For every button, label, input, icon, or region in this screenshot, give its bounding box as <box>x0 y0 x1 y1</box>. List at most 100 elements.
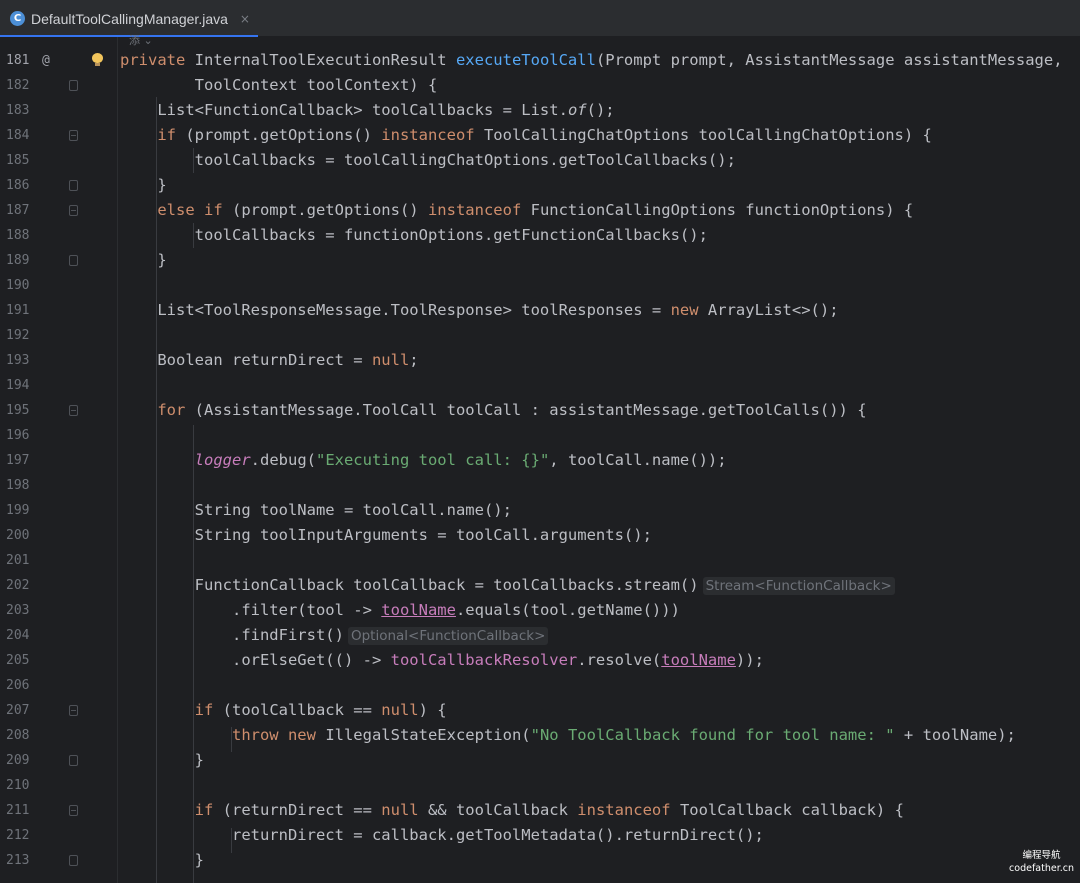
line-number: 185 <box>6 153 30 168</box>
code-text: FunctionCallback toolCallback = toolCall… <box>120 573 895 599</box>
code-line: 181 @ private InternalToolExecutionResul… <box>0 48 1080 73</box>
line-number: 201 <box>6 553 30 568</box>
code-line: 203 .filter(tool -> toolName.equals(tool… <box>0 598 1080 623</box>
tab-label: DefaultToolCallingManager.java <box>31 10 228 27</box>
code-line: 186 } <box>0 173 1080 198</box>
line-number: 190 <box>6 278 30 293</box>
code-text: returnDirect = callback.getToolMetadata(… <box>120 826 764 844</box>
code-line: 199 String toolName = toolCall.name(); <box>0 498 1080 523</box>
type-inlay-hint: Optional<FunctionCallback> <box>347 627 549 645</box>
line-number: 213 <box>6 853 30 868</box>
line-number: 199 <box>6 503 30 518</box>
fold-marker-icon[interactable] <box>69 855 78 866</box>
line-number: 196 <box>6 428 30 443</box>
line-number: 188 <box>6 228 30 243</box>
lightbulb-icon[interactable] <box>92 53 103 67</box>
code-line: 192 <box>0 323 1080 348</box>
code-line: 209 } <box>0 748 1080 773</box>
line-number: 202 <box>6 578 30 593</box>
code-text: logger.debug("Executing tool call: {}", … <box>194 451 727 469</box>
fold-marker-icon[interactable] <box>69 255 78 266</box>
watermark-line-2: codefather.cn <box>1009 863 1074 874</box>
line-number: 195 <box>6 403 30 418</box>
code-text: if (toolCallback == null) { <box>120 701 447 719</box>
line-number: 200 <box>6 528 30 543</box>
code-text: String toolInputArguments = toolCall.arg… <box>120 526 652 544</box>
line-number: 203 <box>6 603 30 618</box>
code-line: 183 List<FunctionCallback> toolCallbacks… <box>0 98 1080 123</box>
code-line: 201 <box>0 548 1080 573</box>
line-number: 207 <box>6 703 30 718</box>
code-text: List<FunctionCallback> toolCallbacks = L… <box>120 101 615 119</box>
code-text: } <box>120 751 204 769</box>
code-line: 196 <box>0 423 1080 448</box>
code-line: 197 logger.debug("Executing tool call: {… <box>0 448 1080 473</box>
code-line: 205 .orElseGet(() -> toolCallbackResolve… <box>0 648 1080 673</box>
code-text: toolCallbacks = functionOptions.getFunct… <box>120 226 708 244</box>
code-text: toolCallbacks = toolCallingChatOptions.g… <box>120 151 736 169</box>
line-number: 211 <box>6 803 30 818</box>
code-text: Boolean returnDirect = null; <box>120 351 419 369</box>
type-inlay-hint: Stream<FunctionCallback> <box>702 577 895 595</box>
close-icon[interactable]: × <box>240 12 250 26</box>
line-number: 204 <box>6 628 30 643</box>
code-line: 210 <box>0 773 1080 798</box>
line-number: 193 <box>6 353 30 368</box>
code-line: 208 throw new IllegalStateException("No … <box>0 723 1080 748</box>
code-text: } <box>120 251 167 269</box>
fold-marker-icon[interactable] <box>69 180 78 191</box>
line-number: 187 <box>6 203 30 218</box>
code-line: 193 Boolean returnDirect = null; <box>0 348 1080 373</box>
code-line: 202 FunctionCallback toolCallback = tool… <box>0 573 1080 598</box>
line-number: 184 <box>6 128 30 143</box>
code-line: 184 if (prompt.getOptions() instanceof T… <box>0 123 1080 148</box>
code-line: 204 .findFirst() Optional<FunctionCallbac… <box>0 623 1080 648</box>
fold-marker-icon[interactable] <box>69 205 78 216</box>
line-number: 189 <box>6 253 30 268</box>
code-text: } <box>120 851 204 869</box>
inlay-hint-collapsed[interactable]: 添 ⌄ <box>129 32 153 48</box>
fold-marker-icon[interactable] <box>69 705 78 716</box>
code-line: 206 <box>0 673 1080 698</box>
code-text: private InternalToolExecutionResult exec… <box>120 51 1063 69</box>
code-line: 194 <box>0 373 1080 398</box>
line-number: 197 <box>6 453 30 468</box>
code-line: 211 if (returnDirect == null && toolCall… <box>0 798 1080 823</box>
code-text: if (returnDirect == null && toolCallback… <box>120 801 904 819</box>
code-text: for (AssistantMessage.ToolCall toolCall … <box>120 401 867 419</box>
watermark: 编程导航 codefather.cn <box>1009 849 1074 875</box>
line-number: 183 <box>6 103 30 118</box>
override-at-icon[interactable]: @ <box>42 48 50 73</box>
code-line: 191 List<ToolResponseMessage.ToolRespons… <box>0 298 1080 323</box>
code-line: 213 } <box>0 848 1080 873</box>
line-number: 192 <box>6 328 30 343</box>
fold-marker-icon[interactable] <box>69 80 78 91</box>
code-editor[interactable]: 添 ⌄ 181 @ private InternalToolExecutionR… <box>0 34 1080 883</box>
code-line: 185 toolCallbacks = toolCallingChatOptio… <box>0 148 1080 173</box>
code-line: 200 String toolInputArguments = toolCall… <box>0 523 1080 548</box>
line-number: 182 <box>6 78 30 93</box>
code-text: .findFirst() Optional<FunctionCallback> <box>120 623 549 649</box>
code-line: 207 if (toolCallback == null) { <box>0 698 1080 723</box>
java-class-icon: C <box>10 11 25 26</box>
fold-marker-icon[interactable] <box>69 805 78 816</box>
line-number: 210 <box>6 778 30 793</box>
code-line: 188 toolCallbacks = functionOptions.getF… <box>0 223 1080 248</box>
line-number: 205 <box>6 653 30 668</box>
line-number: 198 <box>6 478 30 493</box>
code-line: 198 <box>0 473 1080 498</box>
code-text: if (prompt.getOptions() instanceof ToolC… <box>120 126 932 144</box>
code-line: 212 returnDirect = callback.getToolMetad… <box>0 823 1080 848</box>
line-number: 194 <box>6 378 30 393</box>
code-line: 187 else if (prompt.getOptions() instanc… <box>0 198 1080 223</box>
editor-tab-bar: C DefaultToolCallingManager.java × <box>0 0 1080 38</box>
code-line: 195 for (AssistantMessage.ToolCall toolC… <box>0 398 1080 423</box>
fold-marker-icon[interactable] <box>69 130 78 141</box>
fold-marker-icon[interactable] <box>69 405 78 416</box>
code-line: 190 <box>0 273 1080 298</box>
code-line: 182 ToolContext toolContext) { <box>0 73 1080 98</box>
line-number: 212 <box>6 828 30 843</box>
code-text: List<ToolResponseMessage.ToolResponse> t… <box>120 301 839 319</box>
fold-marker-icon[interactable] <box>69 755 78 766</box>
code-text: .orElseGet(() -> toolCallbackResolver.re… <box>120 651 764 669</box>
